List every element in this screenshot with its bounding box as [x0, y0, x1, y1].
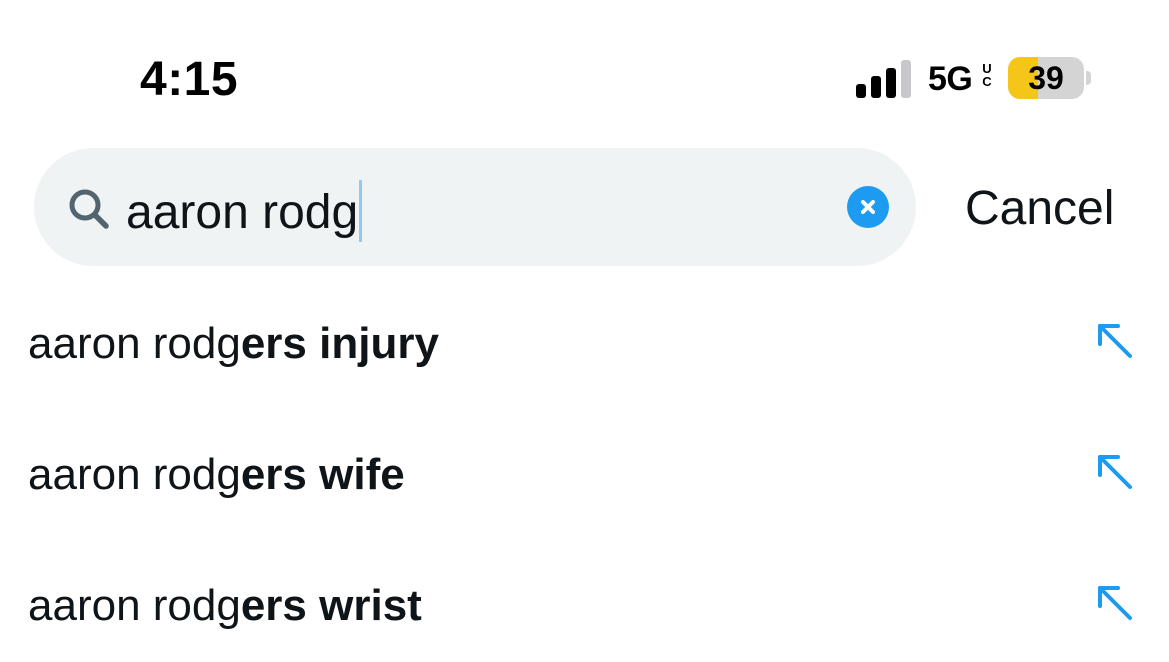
- signal-bar: [856, 84, 866, 98]
- signal-bar: [886, 68, 896, 98]
- network-type: 5G: [928, 60, 973, 98]
- search-icon: [69, 189, 109, 229]
- search-suggestion[interactable]: aaron rodgers injury: [0, 290, 1169, 400]
- suggestion-completion: ers wrist: [240, 581, 422, 630]
- battery-icon: 39: [1008, 57, 1084, 99]
- cancel-button[interactable]: Cancel: [965, 180, 1114, 238]
- suggestion-completion: ers wife: [240, 450, 405, 499]
- clear-x-icon: [861, 200, 875, 214]
- cellular-signal-icon: [856, 58, 916, 98]
- search-suggestion[interactable]: aaron rodgers wife: [0, 421, 1169, 531]
- fill-query-arrow-icon[interactable]: [1094, 320, 1134, 360]
- fill-query-arrow-icon[interactable]: [1094, 582, 1134, 622]
- suggestion-typed-part: aaron rodg: [28, 450, 241, 499]
- status-bar: 4:15 5G U C 39: [0, 0, 1169, 140]
- suggestion-typed-part: aaron rodg: [28, 319, 241, 368]
- suggestion-typed-part: aaron rodg: [28, 581, 241, 630]
- suggestion-completion: ers injury: [240, 319, 439, 368]
- clear-search-button[interactable]: [847, 186, 889, 228]
- network-suffix: U C: [980, 62, 994, 88]
- search-query: aaron rodg: [126, 186, 359, 239]
- signal-bar: [901, 60, 911, 98]
- search-suggestion[interactable]: aaron rodgers wrist: [0, 552, 1169, 662]
- battery-tip: [1086, 71, 1091, 85]
- network-suffix-bottom: C: [982, 74, 992, 89]
- suggestion-text: aaron rodgers wrist: [28, 578, 422, 634]
- status-time: 4:15: [140, 53, 239, 106]
- suggestion-text: aaron rodgers wife: [28, 447, 405, 503]
- search-input[interactable]: aaron rodg: [126, 180, 363, 242]
- battery-level: 39: [1028, 60, 1064, 96]
- signal-bar: [871, 76, 881, 98]
- fill-query-arrow-icon[interactable]: [1094, 451, 1134, 491]
- text-caret: [359, 180, 363, 242]
- suggestion-text: aaron rodgers injury: [28, 316, 439, 372]
